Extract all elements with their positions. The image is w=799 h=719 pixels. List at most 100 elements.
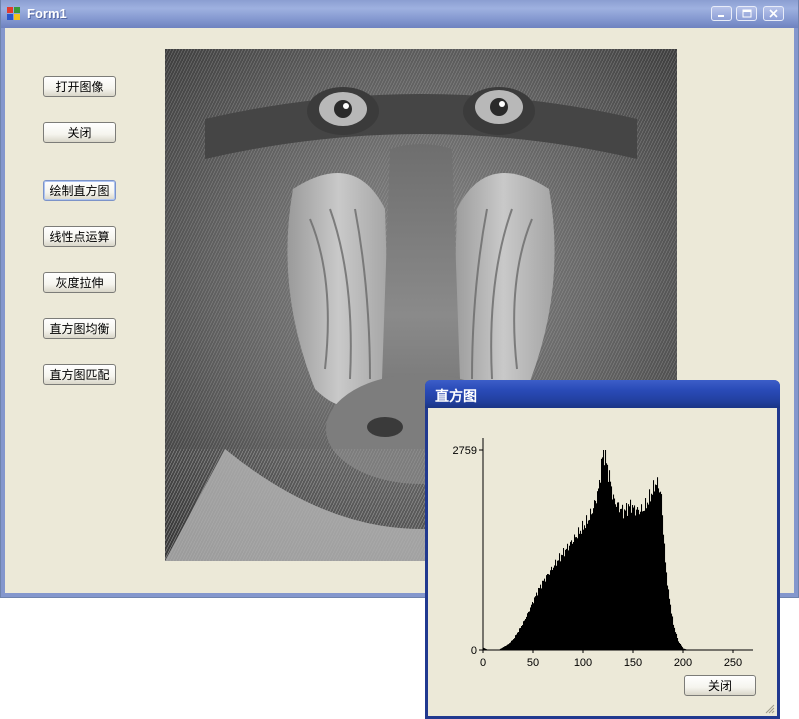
window-border-right: [794, 28, 798, 597]
histogram-bar: [676, 633, 678, 650]
histogram-bar: [540, 584, 542, 650]
histogram-bar: [597, 491, 599, 650]
histogram-bar: [570, 541, 572, 650]
histogram-bar: [582, 520, 584, 650]
maximize-button[interactable]: [736, 6, 757, 21]
histogram-bar: [578, 527, 580, 650]
histogram-bar: [662, 515, 664, 650]
histogram-title-bar[interactable]: 直方图: [425, 380, 780, 408]
histogram-bar: [586, 515, 588, 650]
histogram-bar: [612, 499, 614, 650]
histogram-bar: [648, 504, 650, 650]
histogram-bar: [546, 575, 548, 650]
histogram-bar: [588, 520, 590, 650]
histogram-bar: [665, 562, 667, 650]
title-bar[interactable]: Form1: [1, 0, 798, 28]
x-tick-label: 250: [724, 657, 742, 669]
histogram-bar: [670, 604, 672, 650]
histogram-bar: [533, 603, 535, 650]
histogram-bar: [558, 560, 560, 650]
histogram-bar: [618, 502, 620, 650]
histogram-bar: [681, 645, 683, 650]
histogram-bar: [649, 489, 651, 650]
histogram-bar: [667, 585, 669, 650]
histogram-bar: [626, 503, 628, 650]
draw-histogram-button[interactable]: 绘制直方图: [43, 180, 116, 201]
resize-grip-icon[interactable]: [765, 704, 775, 714]
histogram-match-button[interactable]: 直方图匹配: [43, 364, 116, 385]
histogram-bar: [653, 480, 655, 650]
histogram-bar: [595, 500, 597, 650]
histogram-equalize-button[interactable]: 直方图均衡: [43, 318, 116, 339]
histogram-dialog: 直方图 0 50 100 150 200 250 0 2759 关闭: [425, 380, 780, 719]
histogram-bar: [555, 559, 557, 650]
histogram-bar: [563, 548, 565, 650]
x-tick-label: 0: [480, 657, 486, 669]
histogram-bar: [590, 508, 592, 650]
histogram-bar: [531, 604, 533, 650]
histogram-bar: [628, 504, 630, 650]
histogram-bar: [632, 505, 634, 650]
histogram-bar: [515, 635, 517, 650]
histogram-bar: [528, 611, 530, 650]
histogram-bar: [666, 572, 668, 650]
histogram-bar: [620, 508, 622, 650]
histogram-dialog-title: 直方图: [435, 389, 477, 405]
open-image-button[interactable]: 打开图像: [43, 76, 116, 97]
histogram-bar: [579, 533, 581, 650]
app-icon: [7, 7, 20, 20]
histogram-bar: [645, 498, 647, 650]
histogram-bar: [619, 512, 621, 650]
histogram-bar: [677, 638, 679, 650]
histogram-bar: [600, 482, 602, 650]
maximize-icon: [742, 9, 751, 18]
histogram-bar: [569, 545, 571, 650]
histogram-bar: [643, 510, 645, 650]
histogram-close-button[interactable]: 关闭: [684, 675, 756, 696]
histogram-bar: [598, 488, 600, 650]
histogram-bar: [535, 596, 537, 650]
histogram-bar: [548, 574, 550, 650]
minimize-button[interactable]: [711, 6, 732, 21]
histogram-bar: [520, 627, 522, 650]
histogram-bar: [561, 554, 563, 650]
histogram-bar: [634, 505, 636, 650]
histogram-bar: [504, 646, 506, 650]
histogram-bar: [559, 553, 561, 650]
histogram-bar: [565, 549, 567, 650]
histogram-bar: [636, 509, 638, 650]
histogram-bar: [671, 613, 673, 650]
histogram-bar: [542, 580, 544, 650]
histogram-bar: [514, 638, 516, 650]
histogram-bar: [564, 556, 566, 650]
histogram-bar: [510, 642, 512, 650]
linear-point-op-button[interactable]: 线性点运算: [43, 226, 116, 247]
histogram-bar: [622, 504, 624, 650]
histogram-bar: [627, 515, 629, 650]
histogram-bar: [616, 506, 618, 650]
histogram-bar: [577, 538, 579, 650]
histogram-bar: [556, 565, 558, 650]
histogram-bar: [560, 561, 562, 650]
window-border-left: [1, 28, 5, 597]
close-window-button[interactable]: [763, 6, 784, 21]
histogram-bar: [549, 574, 551, 650]
histogram-bar: [568, 550, 570, 650]
histogram-bar: [553, 567, 555, 650]
histogram-bar: [680, 643, 682, 650]
histogram-bar: [567, 543, 569, 650]
histogram-bar: [524, 620, 526, 650]
histogram-bar: [538, 587, 540, 650]
gray-stretch-button[interactable]: 灰度拉伸: [43, 272, 116, 293]
histogram-bar: [668, 589, 670, 650]
close-button[interactable]: 关闭: [43, 122, 116, 143]
histogram-bar: [601, 458, 603, 650]
histogram-bar: [624, 509, 626, 650]
histogram-bar: [521, 626, 523, 650]
histogram-bars: [483, 450, 689, 650]
histogram-bar: [625, 510, 627, 650]
histogram-bar: [660, 491, 662, 650]
histogram-bar: [518, 631, 520, 650]
histogram-bar: [646, 508, 648, 650]
histogram-bar: [571, 540, 573, 650]
